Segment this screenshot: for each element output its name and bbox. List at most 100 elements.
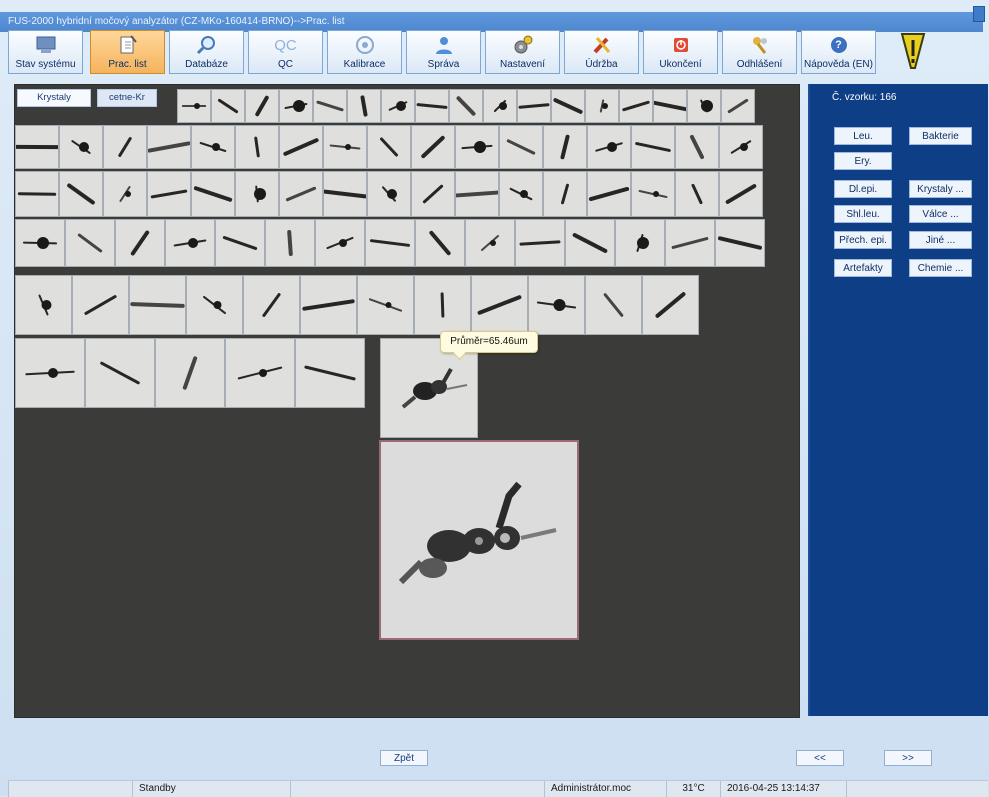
particle-thumbnail[interactable]: [103, 125, 147, 169]
particle-thumbnail[interactable]: [65, 219, 115, 267]
particle-thumbnail[interactable]: [415, 219, 465, 267]
particle-thumbnail[interactable]: [631, 125, 675, 169]
class-prech-epi-button[interactable]: Přech. epi.: [834, 231, 892, 249]
particle-thumbnail[interactable]: [211, 89, 245, 123]
particle-thumbnail[interactable]: [15, 275, 72, 335]
particle-thumbnail[interactable]: [543, 125, 587, 169]
particle-thumbnail[interactable]: [357, 275, 414, 335]
particle-thumbnail[interactable]: [455, 171, 499, 217]
particle-thumbnail[interactable]: [715, 219, 765, 267]
particle-thumbnail[interactable]: [129, 275, 186, 335]
particle-thumbnail[interactable]: [279, 171, 323, 217]
class-valce-button[interactable]: Válce ...: [909, 205, 972, 223]
particle-thumbnail[interactable]: [235, 125, 279, 169]
particle-thumbnail[interactable]: [103, 171, 147, 217]
particle-thumbnail[interactable]: [191, 171, 235, 217]
particle-thumbnail[interactable]: [499, 125, 543, 169]
particle-thumbnail[interactable]: [515, 219, 565, 267]
particle-thumbnail[interactable]: [367, 125, 411, 169]
particle-thumbnail[interactable]: [455, 125, 499, 169]
particle-thumbnail[interactable]: [381, 89, 415, 123]
particle-thumbnail[interactable]: [653, 89, 687, 123]
class-leu-button[interactable]: Leu.: [834, 127, 892, 145]
particle-thumbnail[interactable]: [615, 219, 665, 267]
particle-thumbnail[interactable]: [300, 275, 357, 335]
toolbar-qc-button[interactable]: QC QC: [248, 30, 323, 74]
particle-thumbnail[interactable]: [585, 275, 642, 335]
particle-thumbnail[interactable]: [587, 171, 631, 217]
particle-thumbnail[interactable]: [465, 219, 515, 267]
particle-thumbnail[interactable]: [323, 171, 367, 217]
particle-thumbnail[interactable]: [687, 89, 721, 123]
particle-thumbnail[interactable]: [675, 125, 719, 169]
class-dl-epi-button[interactable]: Dl.epi.: [834, 180, 892, 198]
particle-thumbnail[interactable]: [675, 171, 719, 217]
particle-thumbnail[interactable]: [323, 125, 367, 169]
tab-cetne-kr[interactable]: cetne-Kr: [97, 89, 157, 107]
back-button[interactable]: Zpět: [380, 750, 428, 766]
particle-thumbnail[interactable]: [177, 89, 211, 123]
particle-thumbnail[interactable]: [265, 219, 315, 267]
particle-thumbnail[interactable]: [15, 219, 65, 267]
toolbar-stav-systemu-button[interactable]: Stav systému: [8, 30, 83, 74]
particle-thumbnail[interactable]: [295, 338, 365, 408]
toolbar-udrzba-button[interactable]: Údržba: [564, 30, 639, 74]
particle-thumbnail[interactable]: [411, 125, 455, 169]
particle-thumbnail[interactable]: [411, 171, 455, 217]
toolbar-databaze-button[interactable]: Databáze: [169, 30, 244, 74]
particle-thumbnail[interactable]: [279, 89, 313, 123]
particle-thumbnail[interactable]: [585, 89, 619, 123]
toolbar-nastaveni-button[interactable]: Nastavení: [485, 30, 560, 74]
particle-thumbnail[interactable]: [528, 275, 585, 335]
toolbar-odhlaseni-button[interactable]: Odhlášení: [722, 30, 797, 74]
particle-thumbnail[interactable]: [565, 219, 615, 267]
particle-thumbnail[interactable]: [483, 89, 517, 123]
particle-thumbnail[interactable]: [15, 125, 59, 169]
class-shl-leu-button[interactable]: Shl.leu.: [834, 205, 892, 223]
particle-thumbnail[interactable]: [587, 125, 631, 169]
particle-thumbnail[interactable]: [313, 89, 347, 123]
particle-thumbnail[interactable]: [665, 219, 715, 267]
particle-thumbnail[interactable]: [365, 219, 415, 267]
warning-icon[interactable]: [900, 32, 926, 72]
particle-thumbnail[interactable]: [619, 89, 653, 123]
particle-thumbnail[interactable]: [155, 338, 225, 408]
class-chemie-button[interactable]: Chemie ...: [909, 259, 972, 277]
particle-thumbnail[interactable]: [225, 338, 295, 408]
particle-thumbnail[interactable]: [245, 89, 279, 123]
particle-thumbnail[interactable]: [235, 171, 279, 217]
next-page-button[interactable]: >>: [884, 750, 932, 766]
class-ery-button[interactable]: Ery.: [834, 152, 892, 170]
particle-thumbnail[interactable]: [59, 171, 103, 217]
tab-krystaly[interactable]: Krystaly: [17, 89, 91, 107]
particle-thumbnail[interactable]: [243, 275, 300, 335]
particle-thumbnail[interactable]: [72, 275, 129, 335]
particle-thumbnail[interactable]: [517, 89, 551, 123]
particle-thumbnail[interactable]: [415, 89, 449, 123]
particle-thumbnail[interactable]: [147, 171, 191, 217]
toolbar-kalibrace-button[interactable]: Kalibrace: [327, 30, 402, 74]
particle-thumbnail[interactable]: [147, 125, 191, 169]
particle-thumbnail[interactable]: [191, 125, 235, 169]
particle-thumbnail[interactable]: [315, 219, 365, 267]
particle-thumbnail[interactable]: [85, 338, 155, 408]
particle-thumbnail[interactable]: [115, 219, 165, 267]
window-corner-icon[interactable]: [973, 6, 985, 22]
particle-thumbnail[interactable]: [367, 171, 411, 217]
particle-thumbnail[interactable]: [499, 171, 543, 217]
particle-thumbnail[interactable]: [551, 89, 585, 123]
particle-thumbnail[interactable]: [15, 338, 85, 408]
class-jine-button[interactable]: Jiné ...: [909, 231, 972, 249]
particle-thumbnail[interactable]: [631, 171, 675, 217]
class-bakterie-button[interactable]: Bakterie: [909, 127, 972, 145]
particle-thumbnail[interactable]: [721, 89, 755, 123]
particle-thumbnail[interactable]: [279, 125, 323, 169]
particle-thumbnail[interactable]: [719, 125, 763, 169]
particle-thumbnail[interactable]: [414, 275, 471, 335]
toolbar-napoveda-button[interactable]: ? Nápověda (EN): [801, 30, 876, 74]
particle-thumbnail[interactable]: [543, 171, 587, 217]
particle-thumbnail[interactable]: [719, 171, 763, 217]
class-artefakty-button[interactable]: Artefakty: [834, 259, 892, 277]
toolbar-ukonceni-button[interactable]: Ukončení: [643, 30, 718, 74]
previous-page-button[interactable]: <<: [796, 750, 844, 766]
